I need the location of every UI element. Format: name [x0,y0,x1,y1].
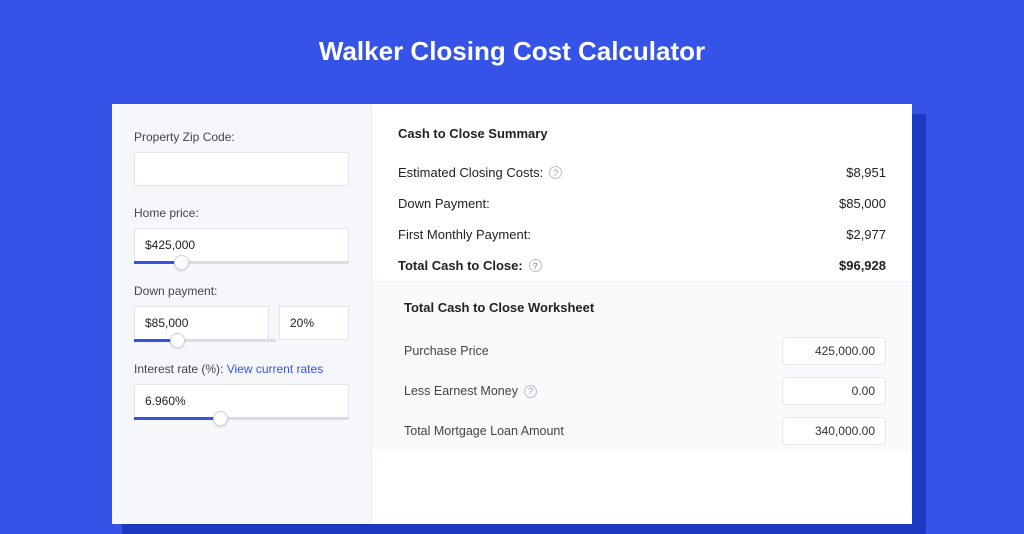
summary-row: Estimated Closing Costs:? $8,951 [398,157,886,188]
down-payment-field-group: Down payment: $85,000 20% [134,284,349,342]
summary-row-label: Down Payment: [398,196,490,211]
down-payment-slider[interactable] [134,339,276,342]
summary-row-label-text: Total Cash to Close: [398,258,523,273]
home-price-slider[interactable] [134,261,349,264]
summary-row-value: $96,928 [839,258,886,273]
worksheet-row-input[interactable]: 340,000.00 [782,417,886,445]
worksheet-row: Purchase Price 425,000.00 [398,331,886,371]
zip-label: Property Zip Code: [134,130,349,144]
home-price-input[interactable]: $425,000 [134,228,349,262]
help-icon[interactable]: ? [549,166,562,179]
interest-rate-label: Interest rate (%): View current rates [134,362,349,376]
worksheet-row-label-text: Less Earnest Money [404,384,518,398]
interest-rate-slider-fill [134,417,220,420]
summary-row: First Monthly Payment: $2,977 [398,219,886,250]
worksheet-row-label-text: Purchase Price [404,344,489,358]
summary-row-value: $85,000 [839,196,886,211]
worksheet-row-label-text: Total Mortgage Loan Amount [404,424,564,438]
zip-field-group: Property Zip Code: [134,130,349,186]
down-payment-value-input[interactable]: $85,000 [134,306,269,340]
summary-row-label-text: First Monthly Payment: [398,227,531,242]
summary-row-label-text: Estimated Closing Costs: [398,165,543,180]
interest-rate-label-text: Interest rate (%): [134,362,227,376]
summary-row-value: $2,977 [846,227,886,242]
summary-rows: Estimated Closing Costs:? $8,951 Down Paym… [398,157,886,281]
worksheet-row-label: Less Earnest Money? [404,384,537,398]
summary-row-label-text: Down Payment: [398,196,490,211]
summary-row: Down Payment: $85,000 [398,188,886,219]
results-panel: Cash to Close Summary Estimated Closing … [372,104,912,524]
view-current-rates-link[interactable]: View current rates [227,362,324,376]
calculator-card: Property Zip Code: Home price: $425,000 … [112,104,912,524]
home-price-label: Home price: [134,206,349,220]
worksheet-heading: Total Cash to Close Worksheet [404,300,886,315]
down-payment-slider-thumb[interactable] [170,333,185,348]
interest-rate-field-group: Interest rate (%): View current rates 6.… [134,362,349,420]
summary-row-label: First Monthly Payment: [398,227,531,242]
summary-row-label: Total Cash to Close:? [398,258,542,273]
down-payment-label: Down payment: [134,284,349,298]
help-icon[interactable]: ? [529,259,542,272]
page-title: Walker Closing Cost Calculator [0,0,1024,95]
worksheet-row-input[interactable]: 425,000.00 [782,337,886,365]
interest-rate-input[interactable]: 6.960% [134,384,349,418]
help-icon[interactable]: ? [524,385,537,398]
summary-row-label: Estimated Closing Costs:? [398,165,562,180]
worksheet-row: Total Mortgage Loan Amount 340,000.00 [398,411,886,451]
interest-rate-slider[interactable] [134,417,349,420]
zip-input[interactable] [134,152,349,186]
summary-row-value: $8,951 [846,165,886,180]
home-price-field-group: Home price: $425,000 [134,206,349,264]
worksheet-section: Total Cash to Close Worksheet Purchase P… [372,281,912,451]
down-payment-pct-input[interactable]: 20% [279,306,349,340]
worksheet-rows: Purchase Price 425,000.00 Less Earnest Mon… [398,331,886,451]
worksheet-row-label: Total Mortgage Loan Amount [404,424,564,438]
home-price-slider-thumb[interactable] [174,255,189,270]
worksheet-row: Less Earnest Money? 0.00 [398,371,886,411]
worksheet-row-label: Purchase Price [404,344,489,358]
worksheet-row-input[interactable]: 0.00 [782,377,886,405]
summary-heading: Cash to Close Summary [398,126,886,141]
interest-rate-slider-thumb[interactable] [213,411,228,426]
summary-row: Total Cash to Close:? $96,928 [398,250,886,281]
inputs-panel: Property Zip Code: Home price: $425,000 … [112,104,372,524]
